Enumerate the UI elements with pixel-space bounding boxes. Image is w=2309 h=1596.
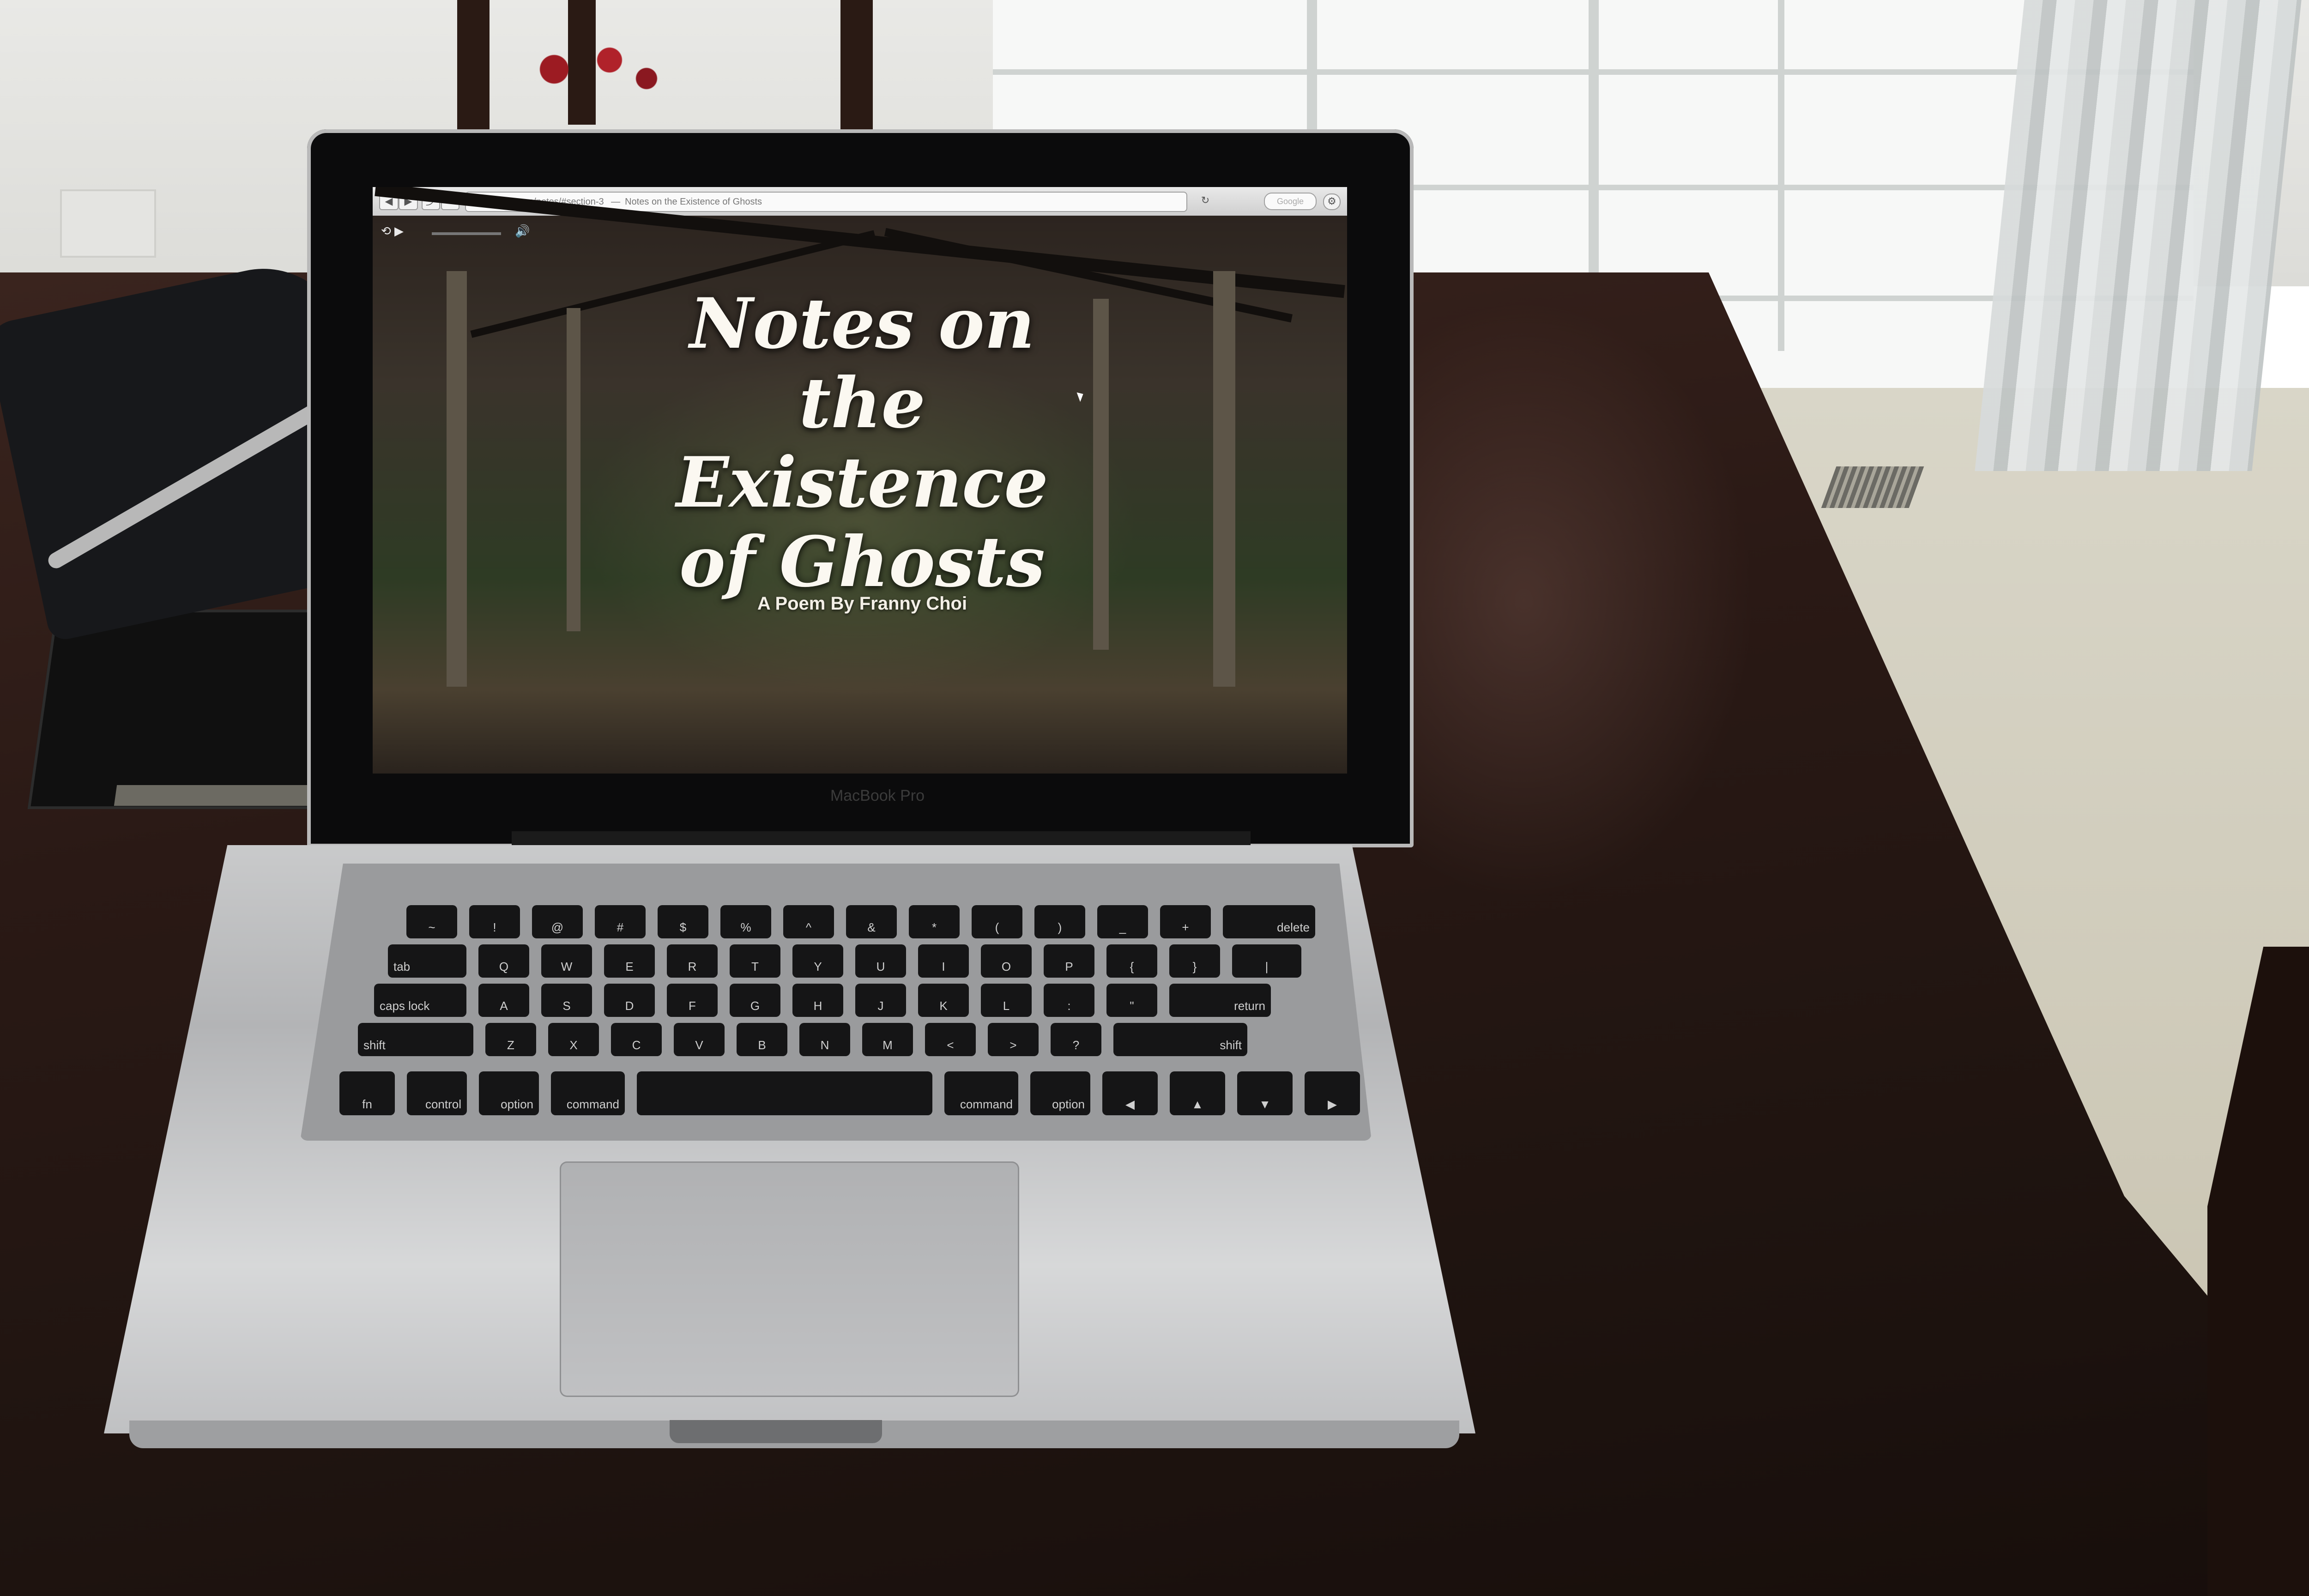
key--[interactable]: < xyxy=(925,1023,976,1056)
key-b[interactable]: B xyxy=(737,1023,787,1056)
play-icon[interactable]: ▶ xyxy=(394,224,404,238)
key-tab[interactable]: tab xyxy=(388,944,466,978)
key--[interactable]: _ xyxy=(1097,905,1148,938)
key-g[interactable]: G xyxy=(730,984,780,1017)
key-i[interactable]: I xyxy=(918,944,969,978)
key-control[interactable]: control xyxy=(407,1071,467,1115)
settings-icon[interactable]: ⚙ xyxy=(1323,193,1341,210)
key-v[interactable]: V xyxy=(674,1023,725,1056)
key--[interactable]: ) xyxy=(1034,905,1085,938)
key-f[interactable]: F xyxy=(667,984,718,1017)
key--[interactable]: & xyxy=(846,905,897,938)
key-command[interactable]: command xyxy=(551,1071,625,1115)
key--[interactable]: % xyxy=(720,905,771,938)
key--[interactable]: * xyxy=(909,905,960,938)
laptop-brand-label: MacBook Pro xyxy=(830,787,925,804)
curtain xyxy=(1975,0,2302,471)
key-option[interactable]: option xyxy=(479,1071,539,1115)
key--[interactable]: ? xyxy=(1051,1023,1101,1056)
volume-icon[interactable]: 🔊 xyxy=(515,224,530,238)
page-tab-title: Notes on the Existence of Ghosts xyxy=(625,197,762,207)
key-x[interactable]: X xyxy=(548,1023,599,1056)
key-delete[interactable]: delete xyxy=(1223,905,1315,938)
floor-vent xyxy=(1821,466,1924,508)
key--[interactable]: ▲ xyxy=(1170,1071,1225,1115)
search-field[interactable]: Google xyxy=(1264,193,1317,210)
key--[interactable]: ! xyxy=(469,905,520,938)
key--[interactable]: $ xyxy=(658,905,708,938)
reload-icon[interactable]: ↻ xyxy=(1197,193,1213,208)
poem-title-line-1: Notes on the xyxy=(689,283,1035,444)
key-r[interactable]: R xyxy=(667,944,718,978)
key-shift[interactable]: shift xyxy=(1113,1023,1247,1056)
key-j[interactable]: J xyxy=(855,984,906,1017)
key-u[interactable]: U xyxy=(855,944,906,978)
key--[interactable]: { xyxy=(1106,944,1157,978)
red-flowers xyxy=(499,23,683,115)
key--[interactable]: @ xyxy=(532,905,583,938)
key-e[interactable]: E xyxy=(604,944,655,978)
key--[interactable]: > xyxy=(988,1023,1039,1056)
wall-outlet xyxy=(60,189,156,258)
poem-title: Notes on the Existence of Ghosts xyxy=(631,284,1093,602)
key-d[interactable]: D xyxy=(604,984,655,1017)
key-w[interactable]: W xyxy=(541,944,592,978)
key--[interactable]: + xyxy=(1160,905,1211,938)
key-command[interactable]: command xyxy=(944,1071,1018,1115)
poem-title-line-2: Existence xyxy=(676,442,1048,523)
key--[interactable]: ~ xyxy=(406,905,457,938)
key-return[interactable]: return xyxy=(1169,984,1271,1017)
key-fn[interactable]: fn xyxy=(339,1071,395,1115)
key--[interactable]: ▼ xyxy=(1237,1071,1293,1115)
lid-notch xyxy=(670,1420,882,1443)
key--[interactable]: ^ xyxy=(783,905,834,938)
key-k[interactable]: K xyxy=(918,984,969,1017)
trackpad[interactable] xyxy=(560,1161,1019,1397)
key--[interactable]: ◀ xyxy=(1102,1071,1158,1115)
key--[interactable]: : xyxy=(1044,984,1094,1017)
key-l[interactable]: L xyxy=(981,984,1032,1017)
key-option[interactable]: option xyxy=(1030,1071,1090,1115)
audio-player[interactable]: ⟲ ▶ 🔊 xyxy=(381,224,530,242)
key-t[interactable]: T xyxy=(730,944,780,978)
key-q[interactable]: Q xyxy=(478,944,529,978)
key-caps-lock[interactable]: caps lock xyxy=(374,984,466,1017)
key-c[interactable]: C xyxy=(611,1023,662,1056)
key--[interactable]: ▶ xyxy=(1305,1071,1360,1115)
photo-scene: ◀ ▶ ⤴ + since94.com/notes/#section-3 —No… xyxy=(0,0,2309,1596)
key-h[interactable]: H xyxy=(792,984,843,1017)
rewind-icon[interactable]: ⟲ xyxy=(381,224,391,238)
key-space[interactable] xyxy=(637,1071,932,1115)
poem-title-line-3: of Ghosts xyxy=(679,521,1046,603)
key--[interactable]: ( xyxy=(972,905,1022,938)
key--[interactable]: # xyxy=(595,905,646,938)
audio-progress-bar[interactable] xyxy=(432,232,501,235)
key-s[interactable]: S xyxy=(541,984,592,1017)
key--[interactable]: } xyxy=(1169,944,1220,978)
key-a[interactable]: A xyxy=(478,984,529,1017)
chair-back-post-left xyxy=(457,0,490,134)
laptop-screen: ◀ ▶ ⤴ + since94.com/notes/#section-3 —No… xyxy=(373,187,1347,774)
key--[interactable]: " xyxy=(1106,984,1157,1017)
key-m[interactable]: M xyxy=(862,1023,913,1056)
key--[interactable]: | xyxy=(1232,944,1301,978)
key-y[interactable]: Y xyxy=(792,944,843,978)
key-z[interactable]: Z xyxy=(485,1023,536,1056)
poem-author-subtitle: A Poem By Franny Choi xyxy=(757,593,967,614)
key-n[interactable]: N xyxy=(799,1023,850,1056)
key-o[interactable]: O xyxy=(981,944,1032,978)
key-shift[interactable]: shift xyxy=(358,1023,473,1056)
chair-back-post-right xyxy=(840,0,873,134)
key-p[interactable]: P xyxy=(1044,944,1094,978)
